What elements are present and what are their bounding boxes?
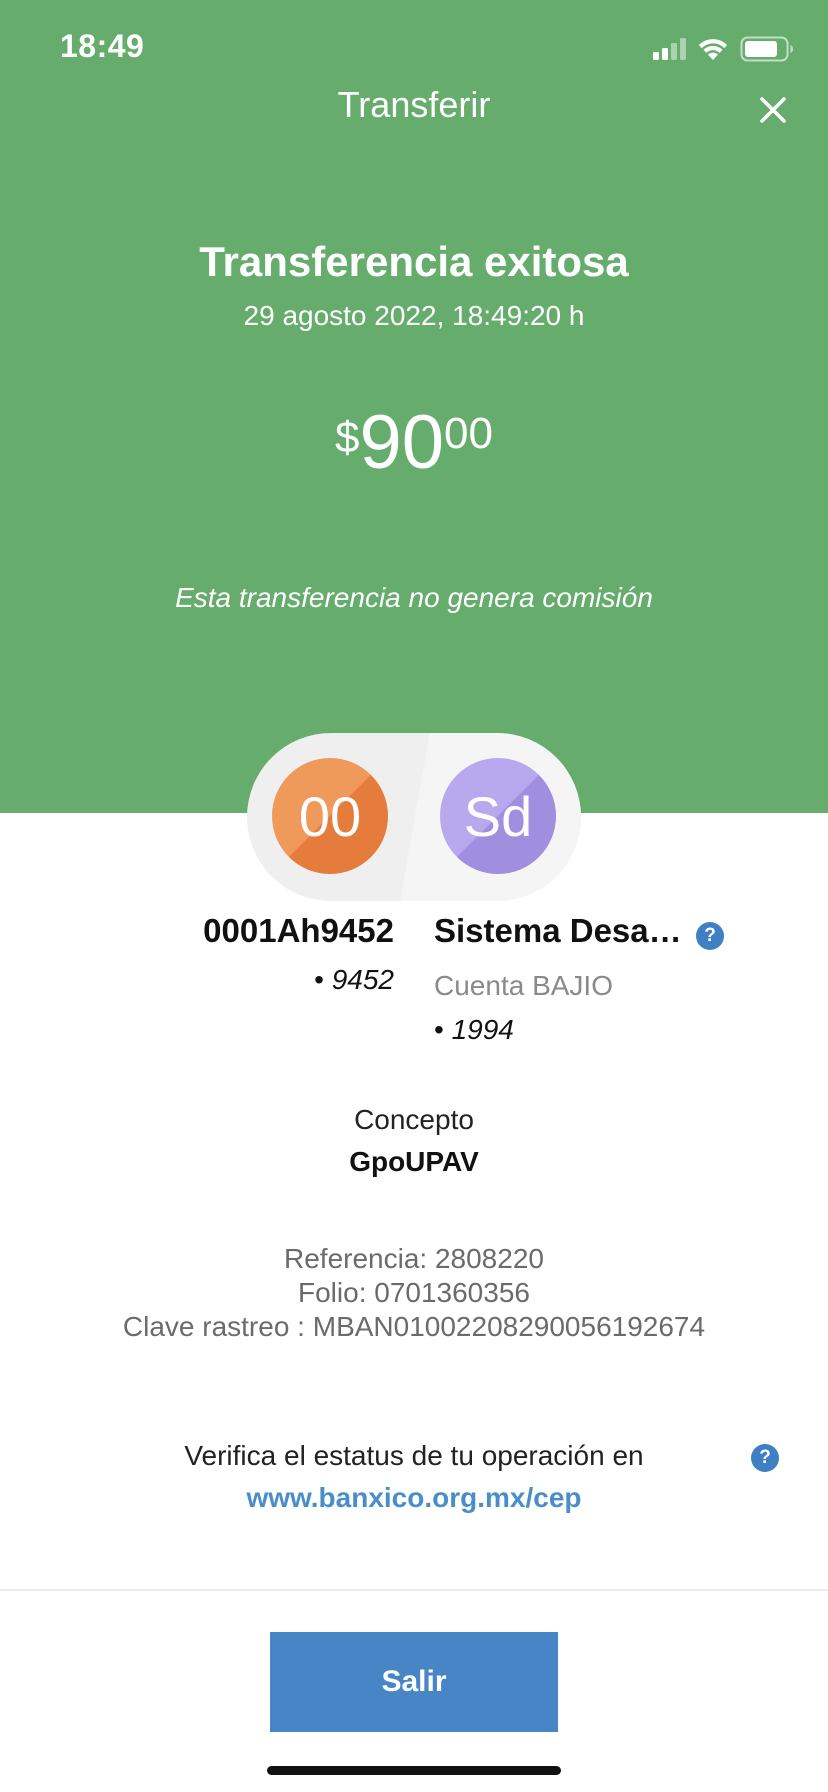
transfer-references: Referencia: 2808220 Folio: 0701360356 Cl… <box>0 1242 828 1344</box>
status-bar-icons <box>653 34 794 64</box>
success-title: Transferencia exitosa <box>199 238 629 285</box>
footer-divider <box>0 1589 828 1591</box>
destination-avatar: Sd <box>440 758 556 874</box>
amount-integer: 90 <box>359 400 445 485</box>
origin-account-name: 0001Ah9452 <box>203 912 394 949</box>
concept-label: Concepto <box>354 1104 474 1135</box>
destination-bank: Cuenta BAJIO <box>434 970 613 1001</box>
folio-number: Folio: 0701360356 <box>298 1277 530 1308</box>
battery-icon <box>740 36 793 62</box>
destination-account-name: Sistema Desarr... <box>434 912 694 949</box>
verify-help-icon[interactable]: ? <box>751 1444 779 1472</box>
tracking-key: Clave rastreo : MBAN01002208290056192674 <box>122 1311 706 1342</box>
commission-note: Esta transferencia no genera comisión <box>175 582 653 613</box>
amount-decimal: 00 <box>444 409 493 458</box>
status-bar-time: 18:49 <box>60 28 145 64</box>
home-indicator <box>267 1766 561 1775</box>
wifi-icon <box>698 39 728 60</box>
close-icon[interactable] <box>753 90 793 130</box>
exit-button[interactable]: Salir <box>270 1632 558 1732</box>
origin-avatar: 00 <box>272 758 388 874</box>
verify-status-text: Verifica el estatus de tu operación en <box>184 1440 644 1471</box>
transfer-parties-pill: 00 Sd <box>247 733 581 901</box>
destination-account-number: • 1994 <box>434 1014 514 1045</box>
banxico-cep-link[interactable]: www.banxico.org.mx/cep <box>0 1482 828 1514</box>
transfer-datetime: 29 agosto 2022, 18:49:20 h <box>243 300 585 331</box>
reference-number: Referencia: 2808220 <box>284 1243 544 1274</box>
page-title: Transferir <box>337 84 491 125</box>
amount-currency: $ <box>335 413 360 462</box>
origin-account-number: • 9452 <box>314 964 394 995</box>
transfer-amount: $9000 <box>0 405 828 481</box>
destination-help-icon[interactable]: ? <box>696 922 724 950</box>
concept-value: GpoUPAV <box>349 1146 479 1177</box>
cellular-signal-icon <box>653 38 686 60</box>
